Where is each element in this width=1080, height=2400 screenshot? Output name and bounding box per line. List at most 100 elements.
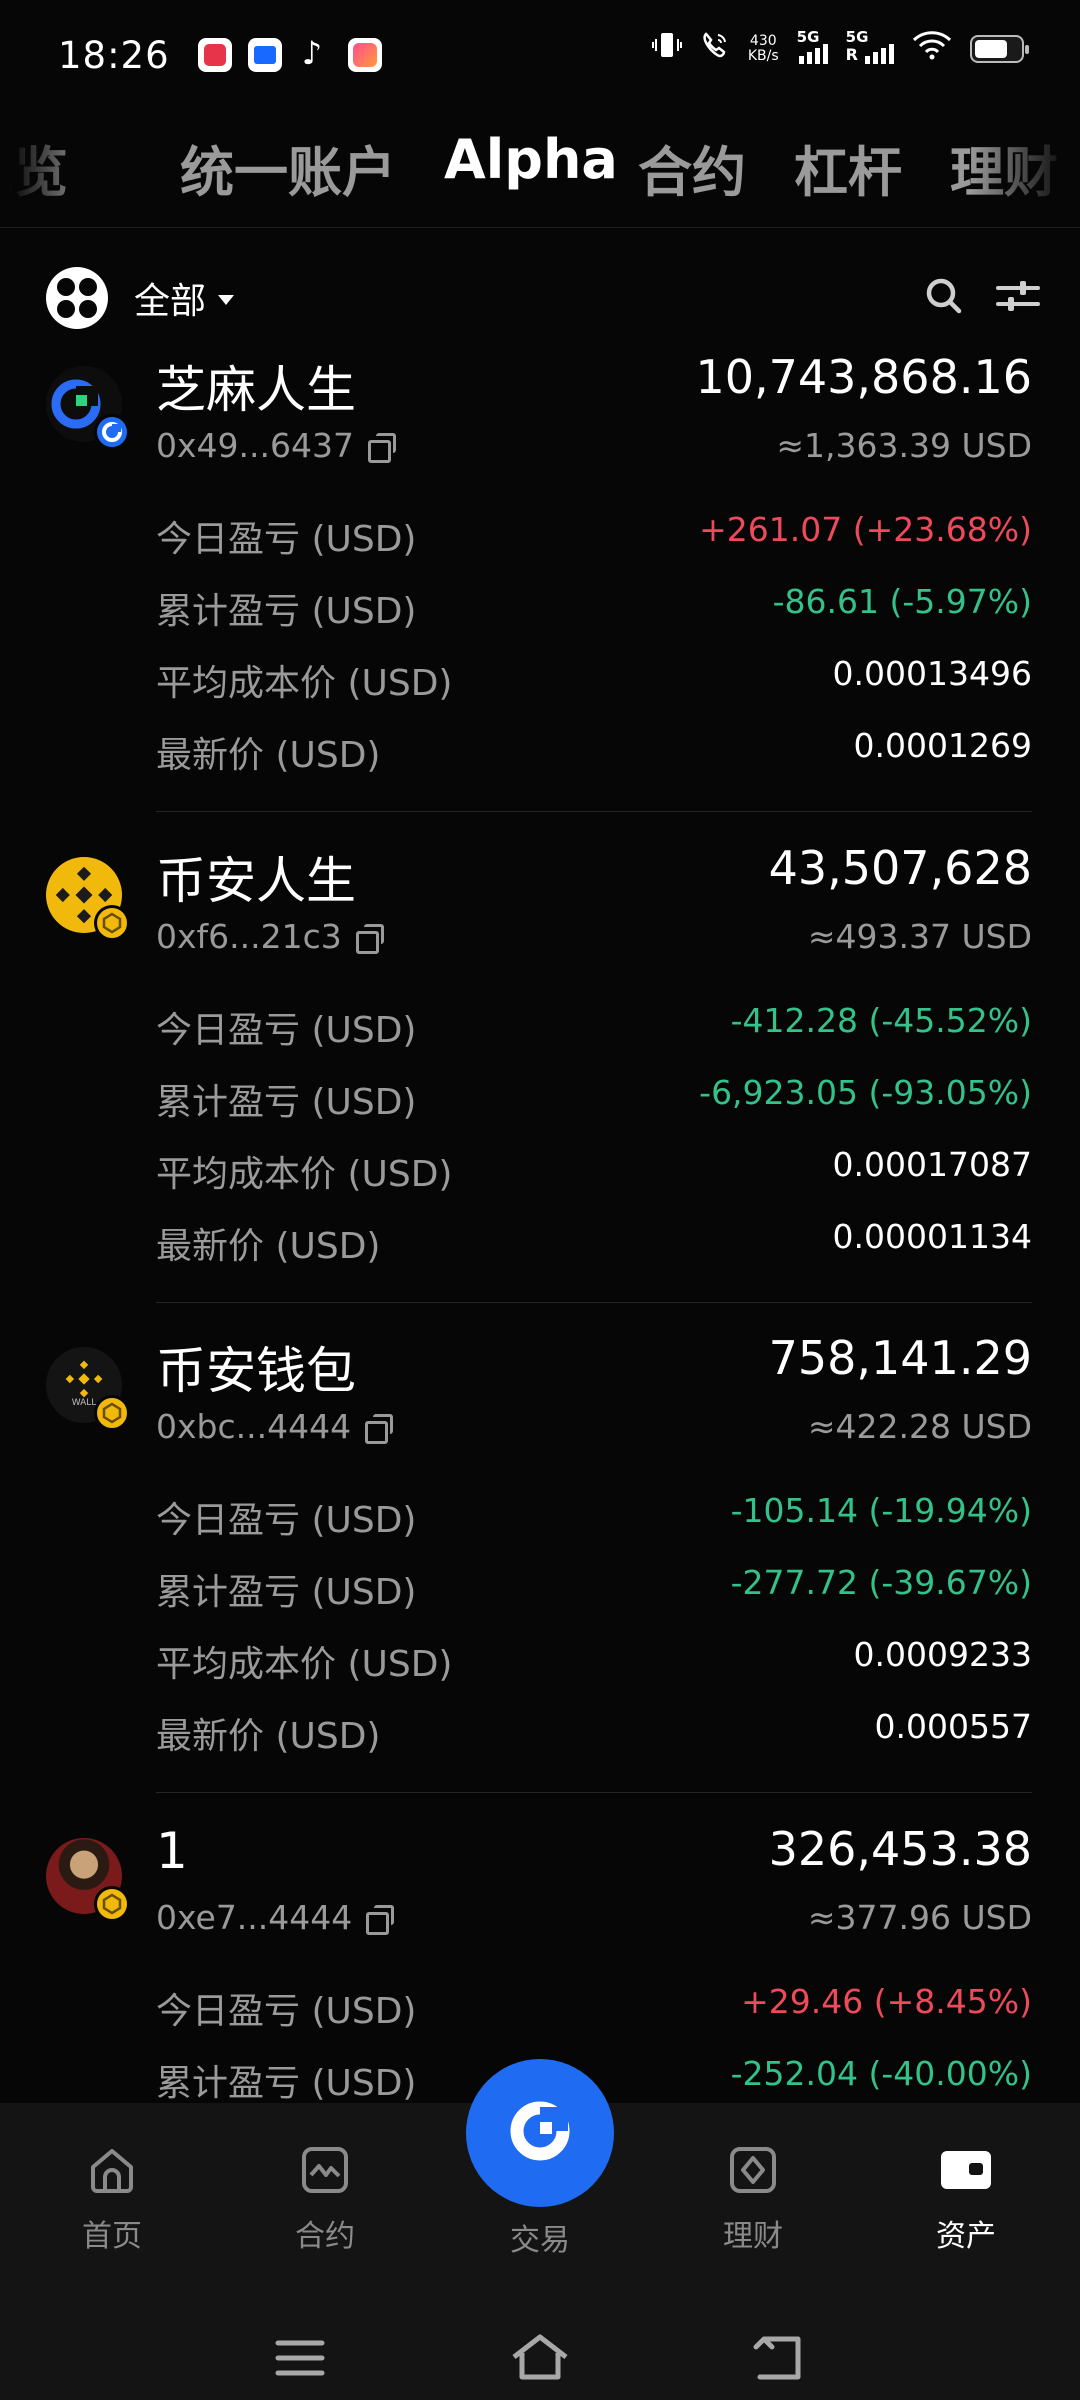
bnb-chain-badge-icon — [94, 905, 130, 941]
asset-amount: 43,507,628 — [768, 841, 1032, 895]
divider — [156, 811, 1032, 812]
metric-row: 平均成本价 (USD) 0.00013496 — [156, 644, 1032, 704]
roaming-label: R — [845, 44, 858, 64]
divider — [156, 1302, 1032, 1303]
signal-1-label: 5G — [796, 27, 820, 46]
wifi-icon — [912, 30, 952, 67]
message-app-icon — [247, 38, 282, 72]
bnb-chain-badge-icon — [94, 1395, 130, 1431]
status-right: 430 KB/s 5G 5G R — [651, 27, 1029, 67]
caret-down-icon[interactable] — [218, 295, 235, 305]
metric-label: 累计盈亏 (USD) — [156, 1082, 417, 1123]
copy-icon[interactable] — [367, 432, 396, 463]
metric-label: 累计盈亏 (USD) — [156, 2063, 417, 2103]
asset-card[interactable]: 芝麻人生 0x49...6437 10,743,868.16 ≈1,363.39… — [0, 350, 1080, 840]
video-app-icon — [347, 38, 382, 72]
metric-value: -105.14 (-19.94%) — [730, 1491, 1032, 1530]
metric-value: -6,923.05 (-93.05%) — [699, 1073, 1032, 1112]
gate-logo-icon — [46, 366, 130, 450]
asset-card[interactable]: 币安人生 0xf6...21c3 43,507,628 ≈493.37 USD … — [0, 841, 1080, 1331]
back-icon[interactable] — [750, 2333, 810, 2383]
nav-home[interactable]: 首页 — [32, 2143, 192, 2255]
metric-label: 最新价 (USD) — [156, 735, 381, 776]
tab-futures[interactable]: 合约 — [638, 128, 746, 207]
metric-value: 0.000557 — [874, 1707, 1032, 1746]
nav-futures[interactable]: 合约 — [245, 2143, 405, 2255]
asset-amount: 326,453.38 — [768, 1822, 1032, 1876]
asset-address: 0xe7...4444 — [156, 1898, 395, 1937]
notification-icons — [197, 34, 382, 72]
copy-icon[interactable] — [365, 1413, 394, 1444]
chart-icon — [298, 2143, 352, 2197]
net-speed-value: 430 — [749, 32, 777, 49]
metric-row: 最新价 (USD) 0.0001269 — [156, 716, 1032, 776]
wallet-icon — [939, 2143, 993, 2197]
asset-name: 1 — [156, 1822, 188, 1880]
gate-chain-badge-icon — [94, 414, 130, 450]
asset-name: 芝麻人生 — [156, 361, 356, 419]
all-tokens-grid-icon[interactable] — [46, 267, 108, 329]
top-tabs: 总览 统一账户 Alpha 合约 杠杆 理财 — [0, 110, 1080, 228]
tiktok-app-icon — [298, 34, 332, 72]
status-bar: 18:26 430 KB/s 5G 5G R — [0, 0, 1080, 110]
binance-coin-icon — [46, 857, 130, 941]
metric-value: 0.00017087 — [832, 1145, 1032, 1184]
wifi-call-icon — [700, 30, 730, 67]
nav-assets-label: 资产 — [936, 2219, 996, 2254]
metric-label: 平均成本价 (USD) — [156, 1154, 453, 1195]
metric-label: 平均成本价 (USD) — [156, 663, 453, 704]
metric-row: 今日盈亏 (USD) -105.14 (-19.94%) — [156, 1481, 1032, 1541]
home-system-icon[interactable] — [510, 2333, 570, 2383]
asset-usd-value: ≈377.96 USD — [807, 1898, 1032, 1937]
metric-row: 累计盈亏 (USD) -277.72 (-39.67%) — [156, 1553, 1032, 1613]
metric-value: 0.0009233 — [853, 1635, 1032, 1674]
metric-row: 最新价 (USD) 0.000557 — [156, 1697, 1032, 1757]
metric-label: 最新价 (USD) — [156, 1716, 381, 1757]
metric-label: 今日盈亏 (USD) — [156, 1991, 417, 2032]
metric-label: 今日盈亏 (USD) — [156, 1010, 417, 1051]
signal-2-label: 5G — [845, 27, 869, 46]
asset-usd-value: ≈1,363.39 USD — [776, 426, 1032, 465]
metric-value: -86.61 (-5.97%) — [772, 582, 1032, 621]
tab-unified-account[interactable]: 统一账户 — [180, 128, 396, 207]
filter-dropdown-label[interactable]: 全部 — [134, 272, 206, 324]
battery-icon — [970, 34, 1029, 63]
asset-name: 币安钱包 — [156, 1342, 356, 1400]
nav-trade-label[interactable]: 交易 — [466, 2215, 614, 2259]
asset-card[interactable]: WALL 币安钱包 0xbc...4444 758,141.29 ≈422.28… — [0, 1331, 1080, 1821]
wallet-icon-text: WALL — [72, 1398, 97, 1408]
metric-row: 累计盈亏 (USD) -6,923.05 (-93.05%) — [156, 1063, 1032, 1123]
metric-row: 平均成本价 (USD) 0.00017087 — [156, 1135, 1032, 1195]
home-icon — [85, 2143, 139, 2197]
asset-usd-value: ≈493.37 USD — [807, 917, 1032, 956]
tab-alpha[interactable]: Alpha — [444, 128, 618, 191]
nav-finance-label: 理财 — [723, 2219, 783, 2254]
trade-button[interactable] — [466, 2059, 614, 2207]
copy-icon[interactable] — [366, 1904, 395, 1935]
bottom-nav: 首页 合约 交易 理财 资产 — [0, 2059, 1080, 2400]
tab-margin[interactable]: 杠杆 — [794, 128, 902, 207]
asset-amount: 10,743,868.16 — [695, 350, 1032, 404]
metric-value: -412.28 (-45.52%) — [730, 1001, 1032, 1040]
filter-settings-icon[interactable] — [996, 278, 1040, 314]
metric-label: 累计盈亏 (USD) — [156, 1572, 417, 1613]
nav-assets[interactable]: 资产 — [886, 2143, 1046, 2255]
status-time: 18:26 — [58, 33, 170, 77]
signal-2-icon: 5G R — [845, 28, 894, 64]
metric-label: 最新价 (USD) — [156, 1226, 381, 1267]
copy-icon[interactable] — [355, 923, 384, 954]
search-icon[interactable] — [924, 276, 964, 316]
nav-futures-label: 合约 — [295, 2219, 355, 2254]
trade-icon — [500, 2091, 580, 2175]
asset-address-text: 0xe7...4444 — [156, 1898, 353, 1937]
metric-value: +29.46 (+8.45%) — [741, 1982, 1032, 2021]
nav-finance[interactable]: 理财 — [673, 2143, 833, 2255]
asset-address-text: 0x49...6437 — [156, 426, 354, 465]
asset-address: 0xf6...21c3 — [156, 917, 384, 956]
asset-address: 0xbc...4444 — [156, 1407, 394, 1446]
menu-icon[interactable] — [270, 2333, 330, 2383]
metric-label: 今日盈亏 (USD) — [156, 1500, 417, 1541]
network-speed: 430 KB/s — [748, 32, 779, 64]
vibrate-icon — [651, 30, 682, 67]
tabs-fade-right — [970, 110, 1080, 227]
